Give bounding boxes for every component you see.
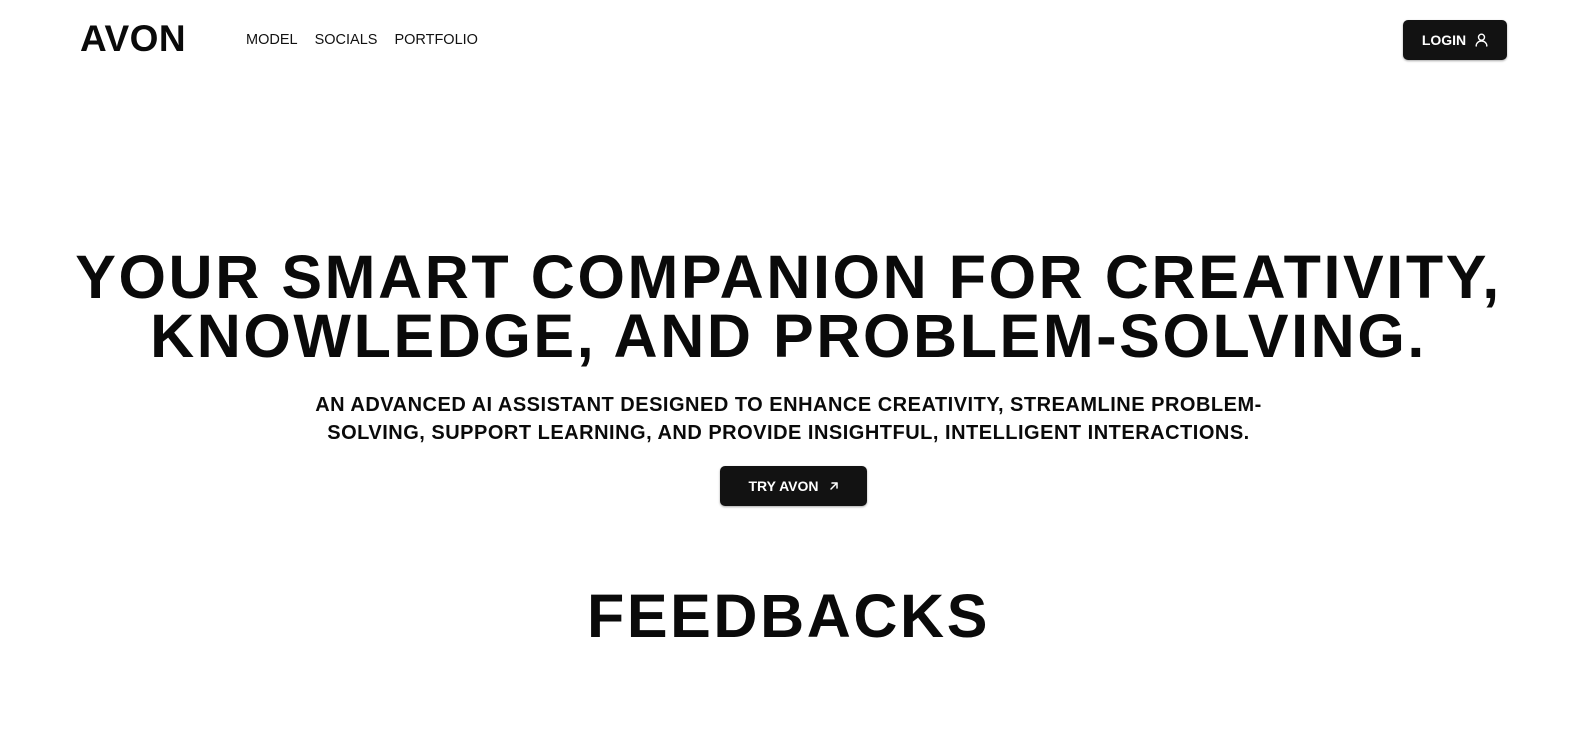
feedbacks-title: FEEDBACKS (587, 582, 990, 650)
navbar: AVON MODEL SOCIALS PORTFOLIO LOGIN (0, 0, 1577, 80)
login-button[interactable]: LOGIN (1403, 20, 1507, 60)
arrow-up-right-icon (829, 481, 839, 491)
hero-title: YOUR SMART COMPANION FOR CREATIVITY, KNO… (0, 243, 1577, 370)
nav-links: MODEL SOCIALS PORTFOLIO (246, 31, 478, 49)
user-icon (1475, 33, 1488, 47)
hero-subtitle: AN ADVANCED AI ASSISTANT DESIGNED TO ENH… (0, 391, 1577, 447)
nav-link-model[interactable]: MODEL (246, 31, 298, 49)
hero-subtitle-line-1: AN ADVANCED AI ASSISTANT DESIGNED TO ENH… (315, 394, 1262, 416)
hero-title-line-1: YOUR SMART COMPANION FOR CREATIVITY, (75, 243, 1502, 311)
logo[interactable]: AVON (80, 19, 186, 59)
hero-title-line-2: KNOWLEDGE, AND PROBLEM-SOLVING. (150, 302, 1427, 370)
try-avon-button-label: TRY AVON (748, 478, 819, 494)
login-button-label: LOGIN (1421, 32, 1467, 48)
nav-link-portfolio[interactable]: PORTFOLIO (394, 31, 478, 49)
hero-subtitle-line-2: SOLVING, SUPPORT LEARNING, AND PROVIDE I… (327, 422, 1250, 444)
nav-link-socials[interactable]: SOCIALS (315, 31, 378, 49)
try-avon-button[interactable]: TRY AVON (720, 466, 867, 506)
